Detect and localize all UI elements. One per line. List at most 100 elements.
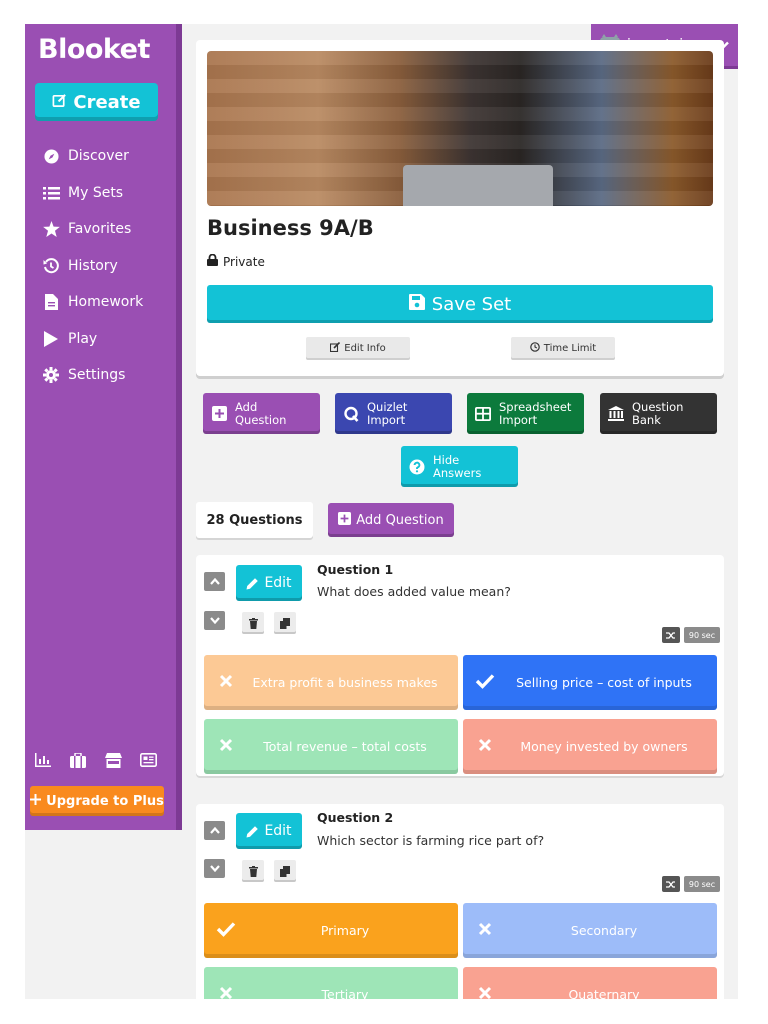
time-badge: 90 sec [684,876,720,892]
hide-answers-button[interactable]: Hide Answers [401,446,518,487]
sidebar-item-label: Settings [68,367,126,384]
answer-option: Secondary [463,903,717,958]
upgrade-to-plus-button[interactable]: Upgrade to Plus [30,786,164,816]
move-down-button[interactable] [204,859,225,878]
answer-option: Tertiary [204,967,458,999]
answer-option: Total revenue – total costs [204,719,458,774]
upgrade-label: Upgrade to Plus [46,793,164,809]
copy-icon [280,617,290,629]
sidebar-item-label: Homework [68,294,144,311]
app-viewport: Blooket Create Discover My Sets Favorite… [25,24,738,999]
chevron-down-icon [209,865,220,872]
move-up-button[interactable] [204,572,225,591]
sidebar-item-label: Favorites [68,221,132,238]
create-label: Create [73,91,141,113]
trash-icon [248,617,258,629]
duplicate-question-button[interactable] [274,860,296,882]
answer-option: Money invested by owners [463,719,717,774]
question-text: Which sector is farming rice part of? [317,833,545,848]
sidebar-item-favorites[interactable]: Favorites [42,211,143,248]
move-up-button[interactable] [204,821,225,840]
move-down-button[interactable] [204,611,225,630]
privacy-label: Private [223,254,265,269]
edit-question-button[interactable]: Edit [236,813,302,849]
sidebar-item-history[interactable]: History [42,248,143,285]
question-text: What does added value mean? [317,584,511,599]
quizlet-icon [343,406,359,422]
delete-question-button[interactable] [242,860,264,882]
time-limit-label: Time Limit [543,343,597,354]
hide-answers-label: Hide Answers [433,452,482,480]
question-circle-icon [409,459,425,475]
answer-text: Selling price – cost of inputs [516,675,692,690]
sidebar-item-label: Discover [68,148,129,165]
sidebar-item-homework[interactable]: Homework [42,284,143,321]
edit-info-button[interactable]: Edit Info [306,337,410,360]
time-limit-button[interactable]: Time Limit [511,337,615,360]
sidebar-item-label: History [68,257,118,274]
sidebar-item-play[interactable]: Play [42,321,143,358]
privacy-indicator[interactable]: Private [207,253,265,269]
plus-square-icon [338,511,352,529]
save-set-label: Save Set [431,293,512,315]
chevron-down-icon [209,617,220,624]
shuffle-icon[interactable] [662,876,680,892]
answer-text: Primary [320,923,370,938]
star-icon [42,220,60,238]
duplicate-question-button[interactable] [274,612,296,634]
sidebar-item-discover[interactable]: Discover [42,138,143,175]
sidebar-item-my-sets[interactable]: My Sets [42,175,143,212]
market-icon[interactable] [104,752,122,768]
question-number: Question 2 [317,810,394,825]
time-badge: 90 sec [684,627,720,643]
add-question-button[interactable]: Add Question [203,393,320,434]
save-icon [408,293,425,315]
question-card: Edit Question 2 Which sector is farming … [196,804,724,999]
create-button[interactable]: Create [35,83,158,121]
sidebar-item-settings[interactable]: Settings [42,357,143,394]
answer-option: Quaternary [463,967,717,999]
news-icon[interactable] [139,752,157,768]
add-question-label: Add Question [235,399,287,427]
sidebar: Blooket Create Discover My Sets Favorite… [25,24,182,830]
answer-text: Secondary [570,923,638,938]
blooks-icon[interactable] [69,752,87,768]
cover-image-laptop [403,165,553,206]
quizlet-import-button[interactable]: Quizlet Import [335,393,452,434]
answer-text: Money invested by owners [520,739,688,754]
set-info-card: Business 9A/B Private Save Set Edit Info… [196,40,724,376]
blooket-logo[interactable]: Blooket [38,34,150,65]
sidebar-bottom-icons [34,752,157,768]
edit-label: Edit [264,575,292,591]
answer-text: Quaternary [568,987,640,999]
cross-icon [475,735,495,755]
question-number: Question 1 [317,562,394,577]
shuffle-icon[interactable] [662,627,680,643]
question-bank-button[interactable]: Question Bank [600,393,717,434]
document-icon [42,293,60,311]
answer-option: Extra profit a business makes [204,655,458,710]
cross-icon [475,983,495,999]
add-question-label: Add Question [356,512,444,528]
stats-icon[interactable] [34,752,52,768]
chevron-up-icon [209,578,220,585]
spreadsheet-import-button[interactable]: Spreadsheet Import [467,393,584,434]
set-cover-image[interactable] [207,51,713,206]
delete-question-button[interactable] [242,612,264,634]
sidebar-nav: Discover My Sets Favorites History Homew… [42,138,143,394]
save-set-button[interactable]: Save Set [207,285,713,323]
edit-question-button[interactable]: Edit [236,565,302,601]
create-icon [52,92,67,113]
question-bank-label: Question Bank [632,399,684,427]
quizlet-import-label: Quizlet Import [367,399,408,427]
edit-icon [330,341,341,355]
edit-label: Edit [264,823,292,839]
bank-icon [608,406,624,422]
pencil-icon [246,577,259,589]
cross-icon [475,919,495,939]
pencil-icon [246,825,259,837]
check-icon [216,919,236,939]
spreadsheet-import-label: Spreadsheet Import [499,399,572,427]
copy-icon [280,865,290,877]
add-question-inline-button[interactable]: Add Question [328,503,454,537]
